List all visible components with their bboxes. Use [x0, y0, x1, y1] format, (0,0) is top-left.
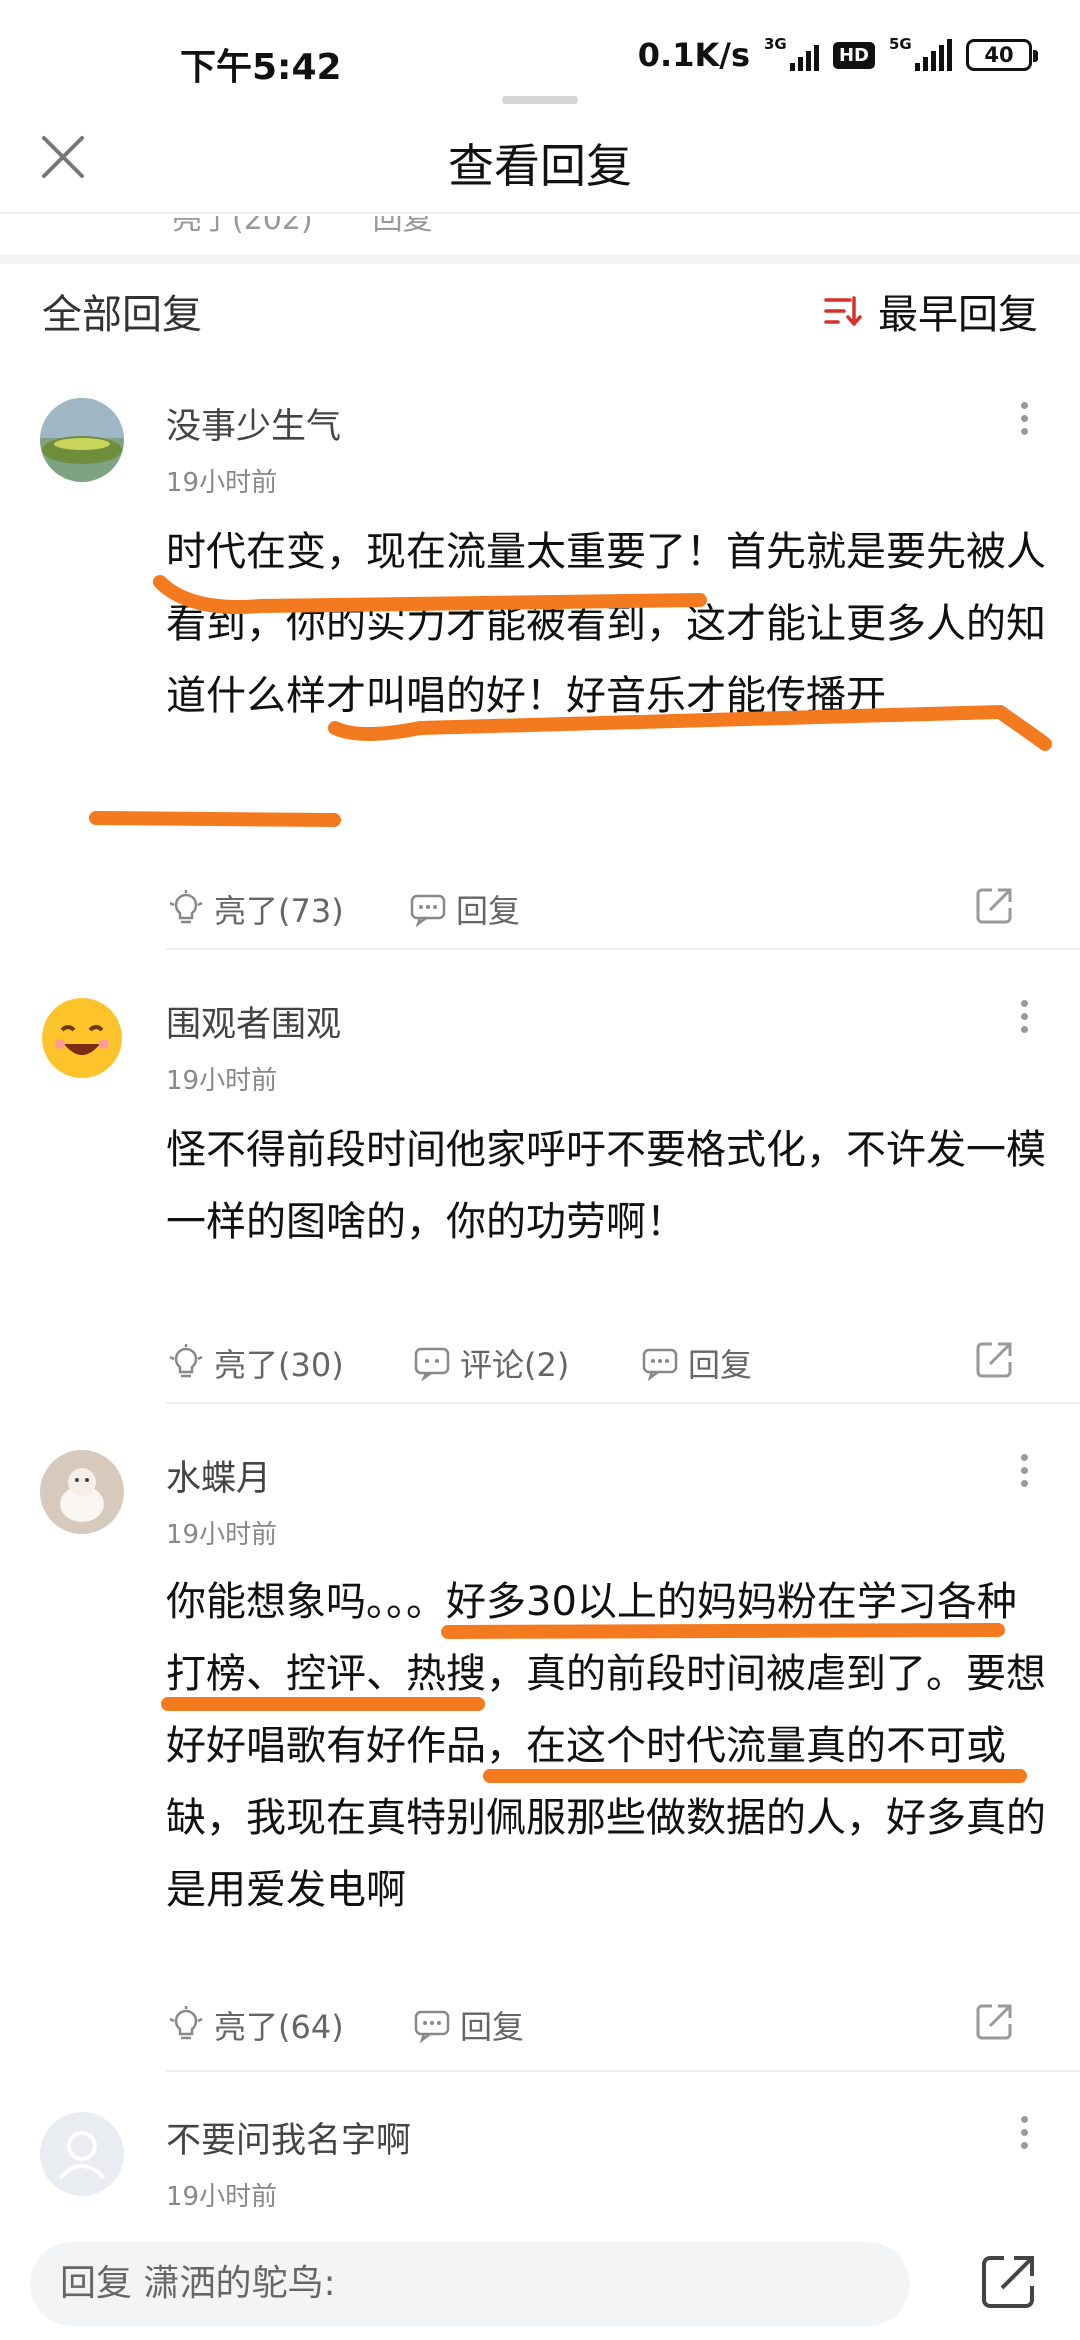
share-icon[interactable]	[976, 2250, 1040, 2314]
reply-bar: 回复 潇洒的鸵鸟:	[0, 2226, 1080, 2340]
annotation-underlines	[89, 575, 1052, 1783]
reply-input[interactable]: 回复 潇洒的鸵鸟:	[30, 2242, 910, 2326]
